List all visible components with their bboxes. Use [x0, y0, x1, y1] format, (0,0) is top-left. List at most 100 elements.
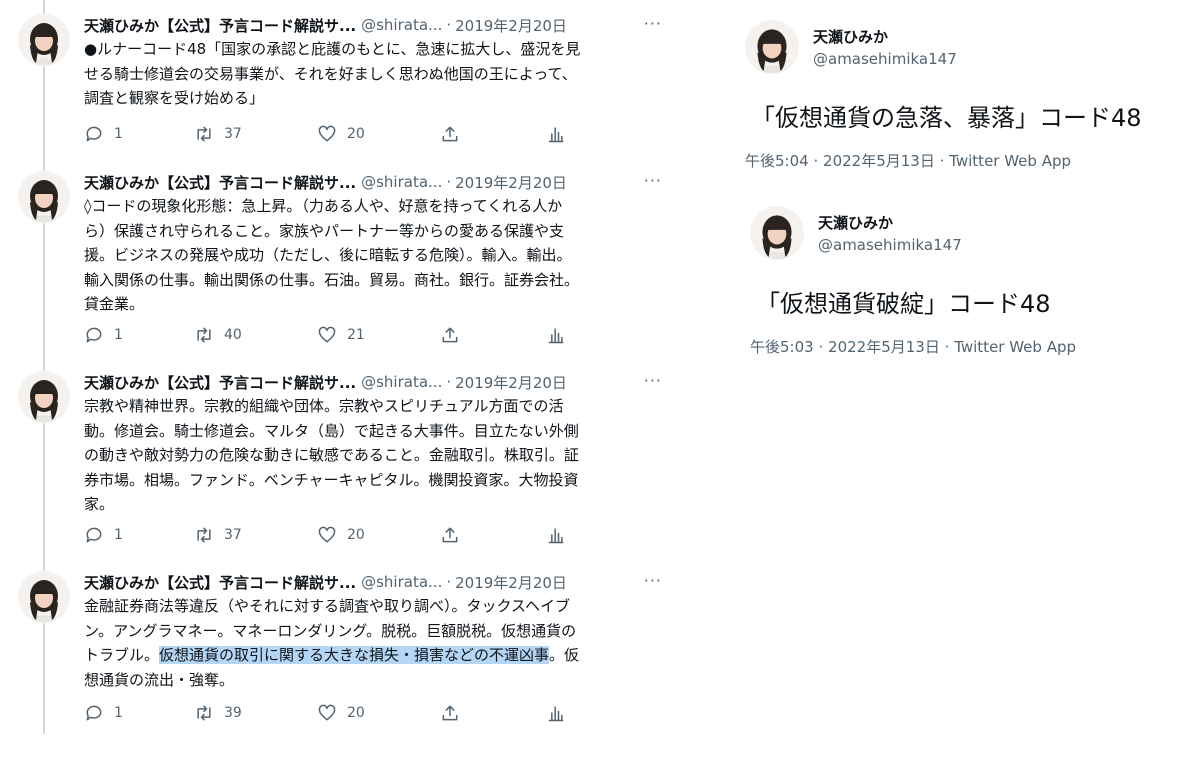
reply-icon: [86, 705, 102, 721]
user-handle[interactable]: @amasehimika147: [818, 236, 962, 254]
reply-count: 1: [114, 705, 123, 721]
tweet-text-part: ●ルナーコード48「国家の承認と庇護のもとに、急速に拡大し、盛況を見 せる騎士修…: [84, 40, 581, 107]
like-button[interactable]: 20: [317, 525, 365, 545]
display-name[interactable]: 天瀬ひみか【公式】予言コード解説サ...: [84, 372, 356, 393]
avatar[interactable]: [18, 171, 70, 223]
avatar-image-icon: [19, 572, 69, 622]
tweet-content: 天瀬ひみか【公式】予言コード解説サ... @shirata... · 2019年…: [84, 14, 662, 111]
tweet-date[interactable]: 2019年2月20日: [455, 372, 567, 393]
analytics-button[interactable]: [546, 703, 576, 723]
tweet-text: 「仮想通貨破綻」コード48: [756, 290, 1051, 318]
avatar[interactable]: [18, 371, 70, 423]
separator-dot: ·: [818, 338, 824, 356]
like-icon: [318, 326, 336, 343]
tweet-actions: 1 39 20: [84, 701, 564, 725]
separator-dot: ·: [939, 152, 945, 170]
avatar[interactable]: [745, 20, 799, 74]
tweet-date[interactable]: 2019年2月20日: [455, 15, 567, 36]
tweet-source[interactable]: Twitter Web App: [954, 338, 1076, 356]
retweet-count: 37: [224, 527, 242, 543]
display-name[interactable]: 天瀬ひみか【公式】予言コード解説サ...: [84, 172, 356, 193]
tweet-time[interactable]: 午後5:03: [750, 338, 814, 356]
retweet-count: 40: [224, 327, 242, 343]
thread-line: [43, 0, 45, 734]
tweet-text-part: ◊コードの現象化形態：急上昇。（力ある人や、好意を持ってくれる人か ら）保護され…: [84, 197, 580, 313]
reply-button[interactable]: 1: [84, 525, 123, 545]
reply-count: 1: [114, 327, 123, 343]
tweet-date[interactable]: 2022年5月13日: [823, 152, 935, 170]
reply-button[interactable]: 1: [84, 325, 123, 345]
retweet-button[interactable]: 37: [194, 124, 242, 144]
display-name[interactable]: 天瀬ひみか【公式】予言コード解説サ...: [84, 15, 356, 36]
reply-icon: [86, 126, 102, 142]
like-button[interactable]: 20: [317, 703, 365, 723]
tweet-text: ●ルナーコード48「国家の承認と庇護のもとに、急速に拡大し、盛況を見 せる騎士修…: [84, 37, 662, 111]
share-icon: [442, 126, 458, 142]
retweet-button[interactable]: 39: [194, 703, 242, 723]
avatar-image-icon: [19, 15, 69, 65]
more-icon[interactable]: ···: [644, 371, 662, 390]
retweet-button[interactable]: 37: [194, 525, 242, 545]
retweet-button[interactable]: 40: [194, 325, 242, 345]
more-icon[interactable]: ···: [644, 571, 662, 590]
analytics-icon: [548, 127, 564, 143]
analytics-button[interactable]: [546, 325, 576, 345]
tweet-actions: 1 37 20: [84, 523, 564, 547]
reply-button[interactable]: 1: [84, 124, 123, 144]
display-name[interactable]: 天瀬ひみか: [818, 212, 893, 233]
tweet-header: 天瀬ひみか【公式】予言コード解説サ... @shirata... · 2019年…: [84, 371, 662, 393]
reply-count: 1: [114, 126, 123, 142]
like-button[interactable]: 21: [317, 325, 365, 345]
analytics-button[interactable]: [546, 525, 576, 545]
tweet-text: 「仮想通貨の急落、暴落」コード48: [751, 104, 1142, 132]
user-handle[interactable]: @shirata...: [361, 173, 442, 191]
avatar[interactable]: [18, 571, 70, 623]
share-button[interactable]: [440, 525, 470, 545]
user-handle[interactable]: @shirata...: [361, 573, 442, 591]
display-name[interactable]: 天瀬ひみか: [813, 26, 888, 47]
tweet-header: 天瀬ひみか【公式】予言コード解説サ... @shirata... · 2019年…: [84, 571, 662, 593]
user-handle[interactable]: @shirata...: [361, 16, 442, 34]
analytics-icon: [548, 528, 564, 544]
separator-dot: ·: [446, 173, 452, 191]
like-icon: [318, 704, 336, 721]
avatar[interactable]: [750, 206, 804, 260]
share-button[interactable]: [440, 703, 470, 723]
retweet-count: 39: [224, 705, 242, 721]
more-icon[interactable]: ···: [644, 171, 662, 190]
like-button[interactable]: 20: [317, 124, 365, 144]
tweet-source[interactable]: Twitter Web App: [949, 152, 1071, 170]
separator-dot: ·: [446, 573, 452, 591]
user-handle[interactable]: @amasehimika147: [813, 50, 957, 68]
tweet-content: 天瀬ひみか【公式】予言コード解説サ... @shirata... · 2019年…: [84, 571, 662, 692]
avatar[interactable]: [18, 14, 70, 66]
analytics-icon: [548, 706, 564, 722]
tweet-text-part: 宗教や精神世界。宗教的組織や団体。宗教やスピリチュアル方面での活 動。修道会。騎…: [84, 397, 579, 513]
retweet-icon: [197, 705, 211, 721]
tweet-date[interactable]: 2019年2月20日: [455, 172, 567, 193]
analytics-button[interactable]: [546, 124, 576, 144]
reply-icon: [86, 327, 102, 343]
like-count: 21: [347, 327, 365, 343]
user-handle[interactable]: @shirata...: [361, 373, 442, 391]
separator-dot: ·: [446, 373, 452, 391]
tweet-meta: 午後5:03 · 2022年5月13日 · Twitter Web App: [750, 336, 1076, 357]
share-button[interactable]: [440, 325, 470, 345]
reply-button[interactable]: 1: [84, 703, 123, 723]
more-icon[interactable]: ···: [644, 14, 662, 33]
retweet-icon: [197, 527, 211, 543]
share-button[interactable]: [440, 124, 470, 144]
separator-dot: ·: [944, 338, 950, 356]
tweet-date[interactable]: 2022年5月13日: [828, 338, 940, 356]
separator-dot: ·: [813, 152, 819, 170]
retweet-count: 37: [224, 126, 242, 142]
tweet-time[interactable]: 午後5:04: [745, 152, 809, 170]
tweet-date[interactable]: 2019年2月20日: [455, 572, 567, 593]
separator-dot: ·: [446, 16, 452, 34]
avatar-image-icon: [751, 207, 803, 259]
avatar-image-icon: [746, 21, 798, 73]
tweet-meta: 午後5:04 · 2022年5月13日 · Twitter Web App: [745, 150, 1071, 171]
share-icon: [442, 705, 458, 721]
like-count: 20: [347, 527, 365, 543]
display-name[interactable]: 天瀬ひみか【公式】予言コード解説サ...: [84, 572, 356, 593]
